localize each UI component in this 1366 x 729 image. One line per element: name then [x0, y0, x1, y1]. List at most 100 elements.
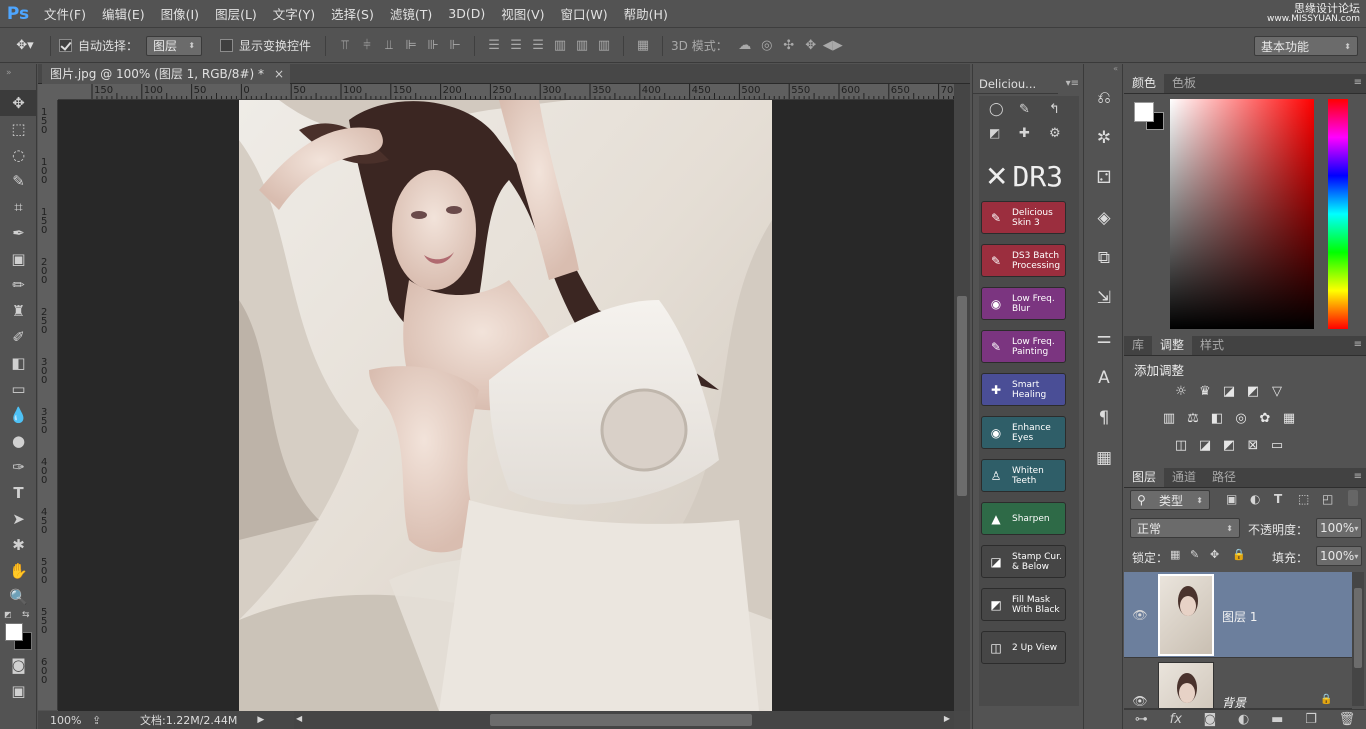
foreground-color-swatch[interactable] — [5, 623, 23, 641]
brush-presets-panel-icon[interactable]: ⚁ — [1085, 158, 1123, 198]
layer-row-background[interactable]: 👁 背景 🔒 — [1124, 658, 1352, 709]
align-top-icon[interactable]: ⫪ — [334, 36, 356, 56]
vertical-scroll-thumb[interactable] — [957, 296, 967, 496]
crop-tool-icon[interactable]: ⌗ — [0, 194, 37, 220]
color-field[interactable] — [1170, 99, 1314, 329]
fill-field[interactable]: 100% ▾ — [1316, 546, 1362, 566]
menu-type[interactable]: 文字(Y) — [265, 4, 323, 23]
brush-tool-icon[interactable]: ✏ — [0, 272, 37, 298]
photo-filter-icon[interactable]: ◎ — [1232, 411, 1250, 427]
lock-all-icon[interactable]: 🔒 — [1232, 548, 1246, 561]
color-balance-icon[interactable]: ⚖ — [1184, 411, 1202, 427]
3d-rotate-icon[interactable]: ☁ — [734, 36, 756, 56]
align-bottom-icon[interactable]: ⫫ — [378, 36, 400, 56]
delicious-button-2[interactable]: ◉ Low Freq. Blur — [981, 287, 1066, 320]
tab-color[interactable]: 颜色 — [1124, 74, 1165, 93]
horizontal-scroll-thumb[interactable] — [490, 714, 752, 726]
link-layers-icon[interactable]: ⊶ — [1135, 712, 1148, 727]
tab-styles[interactable]: 样式 — [1192, 336, 1232, 355]
workspace-dropdown[interactable]: 基本功能 ⬍ — [1254, 36, 1358, 56]
menu-help[interactable]: 帮助(H) — [616, 4, 676, 23]
new-group-icon[interactable]: ▬ — [1271, 712, 1283, 727]
vertical-ruler[interactable]: 150100150200250300350400450500550600 — [38, 100, 58, 710]
dock-collapse-icon[interactable]: « — [1085, 64, 1122, 78]
delete-layer-icon[interactable]: 🗑 — [1339, 712, 1356, 727]
glyphs-panel-icon[interactable]: ▦ — [1085, 438, 1123, 478]
delicious-button-7[interactable]: ▲ Sharpen — [981, 502, 1066, 535]
curves-icon[interactable]: ◪ — [1220, 384, 1238, 400]
move-tool-icon[interactable]: ✥ — [0, 90, 37, 116]
history-brush-tool-icon[interactable]: ✐ — [0, 324, 37, 350]
visibility-eye-icon[interactable]: 👁 — [1132, 694, 1148, 708]
toolbox-collapse-icon[interactable]: » — [0, 64, 36, 90]
foreground-color-chip[interactable] — [1134, 102, 1154, 122]
distribute-left-icon[interactable]: ▥ — [549, 36, 571, 56]
layer-filter-dropdown[interactable]: ⚲ 类型 ⬍ — [1130, 490, 1210, 510]
shape-tool-icon[interactable]: ✱ — [0, 532, 37, 558]
settings-chip-icon[interactable]: ⚙ — [1049, 126, 1061, 141]
channel-mixer-icon[interactable]: ✿ — [1256, 411, 1274, 427]
ruler-corner[interactable] — [38, 84, 58, 100]
3d-scale-icon[interactable]: ◀▶ — [822, 36, 844, 56]
path-select-tool-icon[interactable]: ➤ — [0, 506, 37, 532]
undo-arrow-icon[interactable]: ↰ — [1049, 102, 1060, 117]
distribute-hcenter-icon[interactable]: ▥ — [571, 36, 593, 56]
tab-channels[interactable]: 通道 — [1164, 468, 1204, 487]
lock-pixels-transparent-icon[interactable]: ▦ — [1170, 548, 1180, 561]
align-vcenter-icon[interactable]: ⫩ — [356, 36, 378, 56]
tab-adjustments[interactable]: 调整 — [1152, 336, 1193, 355]
layer-row-layer1[interactable]: 👁 图层 1 — [1124, 572, 1352, 658]
brightness-icon[interactable]: ☼ — [1172, 384, 1190, 400]
menu-select[interactable]: 选择(S) — [323, 4, 382, 23]
new-adjustment-icon[interactable]: ◐ — [1238, 712, 1249, 727]
paragraph-panel-icon[interactable]: ¶ — [1085, 398, 1123, 438]
3d-slide-icon[interactable]: ✥ — [800, 36, 822, 56]
default-colors-icon[interactable]: ◩ — [4, 610, 12, 619]
status-menu-arrow-icon[interactable]: ▶ — [257, 715, 264, 725]
panel-menu-icon[interactable]: ≡ — [1354, 77, 1362, 88]
filter-toggle-icon[interactable] — [1348, 490, 1358, 506]
menu-view[interactable]: 视图(V) — [493, 4, 552, 23]
3d-roll-icon[interactable]: ◎ — [756, 36, 778, 56]
pen-tool-icon[interactable]: ✑ — [0, 454, 37, 480]
align-left-icon[interactable]: ⊫ — [400, 36, 422, 56]
menu-filter[interactable]: 滤镜(T) — [382, 4, 440, 23]
new-layer-icon[interactable]: ❐ — [1305, 712, 1317, 727]
distribute-right-icon[interactable]: ▥ — [593, 36, 615, 56]
gradient-map-icon[interactable]: ⊠ — [1244, 438, 1262, 454]
blur-tool-icon[interactable]: 💧 — [0, 402, 37, 428]
panel-menu-icon[interactable]: ▾≡ — [1066, 78, 1079, 89]
delicious-button-9[interactable]: ◩ Fill Mask With Black — [981, 588, 1066, 621]
posterize-icon[interactable]: ◪ — [1196, 438, 1214, 454]
lasso-tool-icon[interactable]: ◌ — [0, 142, 37, 168]
character-panel-icon[interactable]: A — [1085, 358, 1123, 398]
distribute-bottom-icon[interactable]: ☰ — [527, 36, 549, 56]
delicious-button-0[interactable]: ✎ Delicious Skin 3 — [981, 201, 1066, 234]
3d-pan-icon[interactable]: ✣ — [778, 36, 800, 56]
document-image[interactable] — [239, 100, 772, 711]
tab-paths[interactable]: 路径 — [1204, 468, 1244, 487]
screen-mode-icon[interactable]: ▣ — [0, 678, 37, 704]
delicious-panel-tab[interactable]: Deliciou... — [973, 74, 1058, 94]
exposure-icon[interactable]: ◩ — [1244, 384, 1262, 400]
auto-select-dropdown[interactable]: 图层 ⬍ — [146, 35, 203, 56]
auto-select-checkbox[interactable] — [59, 39, 72, 52]
panel-menu-icon[interactable]: ≡ — [1354, 471, 1362, 482]
vibrance-icon[interactable]: ▽ — [1268, 384, 1286, 400]
gradient-tool-icon[interactable]: ▭ — [0, 376, 37, 402]
layer-name[interactable]: 背景 — [1222, 694, 1246, 708]
distribute-top-icon[interactable]: ☰ — [483, 36, 505, 56]
color-lookup-icon[interactable]: ▦ — [1280, 411, 1298, 427]
selective-color-icon[interactable]: ▭ — [1268, 438, 1286, 454]
zoom-level[interactable]: 100% — [38, 714, 84, 727]
fx-icon[interactable]: fx — [1170, 712, 1182, 727]
delicious-button-10[interactable]: ◫ 2 Up View — [981, 631, 1066, 664]
menu-image[interactable]: 图像(I) — [153, 4, 207, 23]
horizontal-scrollbar[interactable]: ◀ ▶ — [294, 711, 954, 729]
lock-image-icon[interactable]: ✎ — [1190, 548, 1199, 561]
brush-icon[interactable]: ✎ — [1019, 102, 1030, 117]
align-hcenter-icon[interactable]: ⊪ — [422, 36, 444, 56]
tab-layers[interactable]: 图层 — [1124, 468, 1165, 487]
threshold-icon[interactable]: ◩ — [1220, 438, 1238, 454]
dodge-tool-icon[interactable]: ● — [0, 428, 37, 454]
